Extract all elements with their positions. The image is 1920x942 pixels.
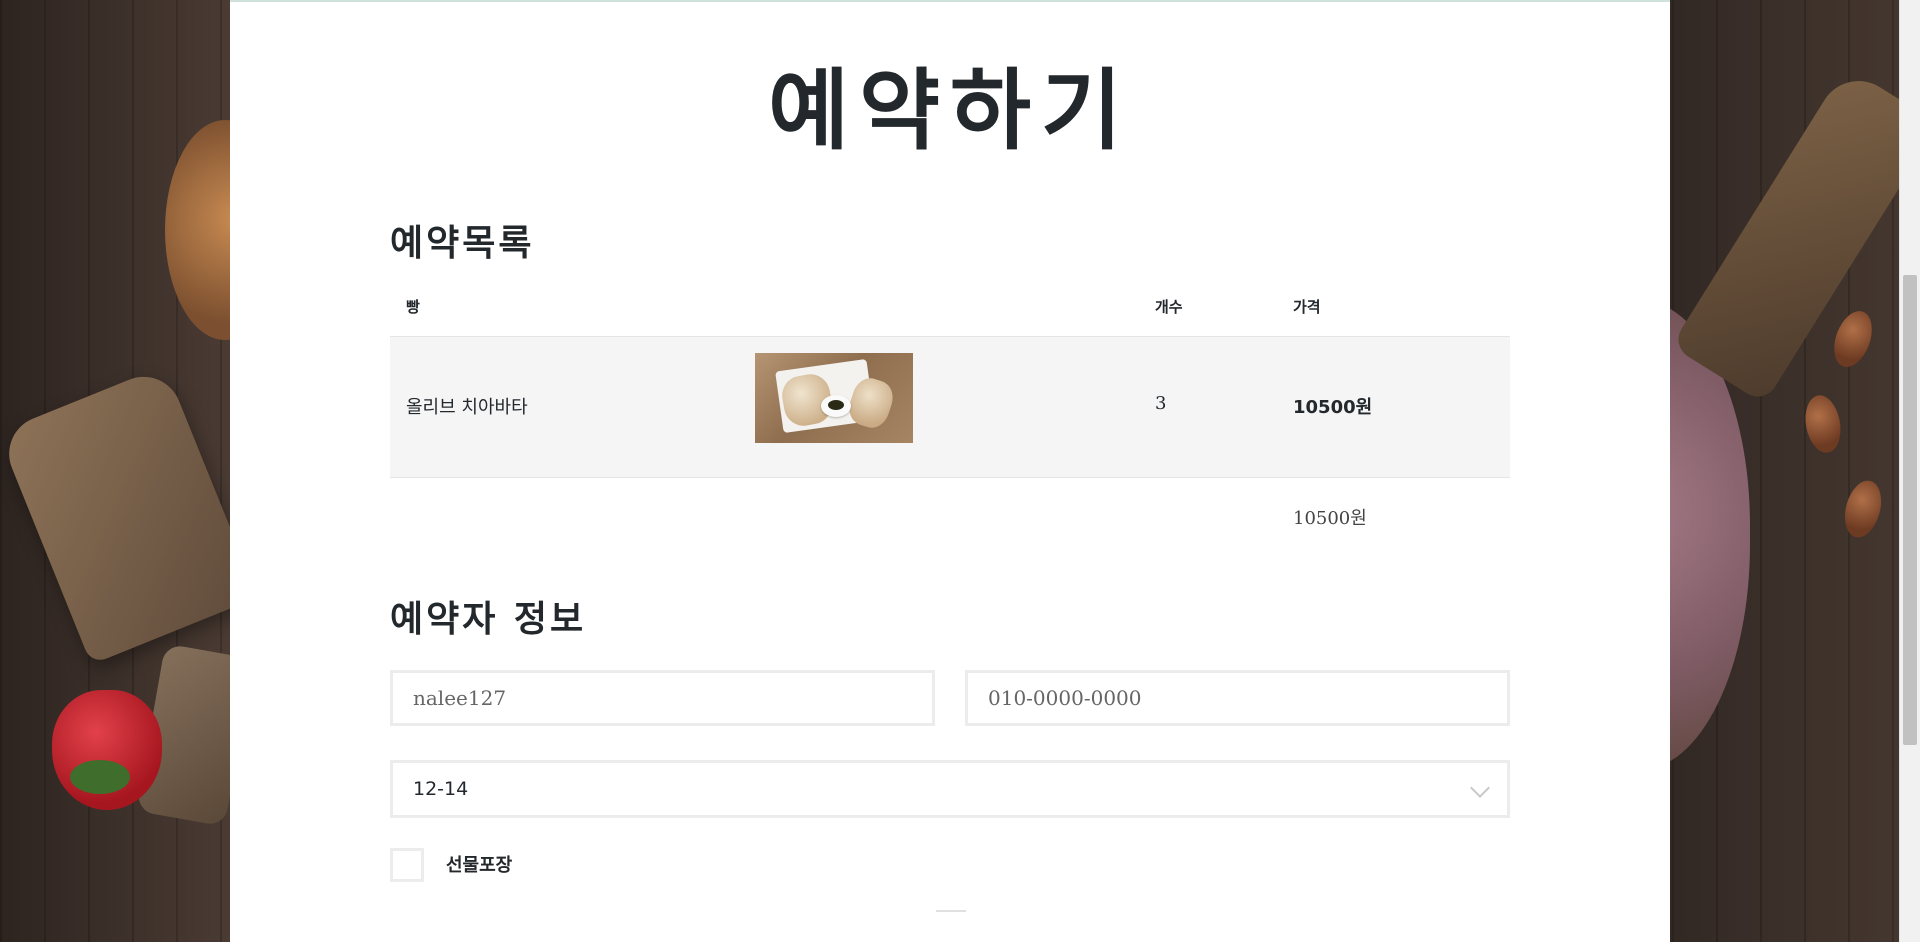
section-divider [936,910,966,912]
background-pecan [1827,305,1879,373]
phone-field[interactable]: 010-0000-0000 [965,670,1510,726]
pickup-time-value: 12-14 [413,778,469,800]
background-paddle [1670,65,1920,405]
column-header-count: 개수 [1155,298,1183,316]
reservation-panel: 예약하기 예약목록 빵 개수 가격 올리브 치아바타 3 10500원 1050… [230,0,1670,942]
background-pecan [1801,392,1845,456]
reservation-list-title: 예약목록 [390,223,535,264]
page-title: 예약하기 [768,59,1132,162]
gift-wrap-checkbox[interactable] [390,848,424,882]
table-row: 올리브 치아바타 3 10500원 [390,337,1510,478]
background-pecan [1839,476,1887,542]
gift-wrap-label[interactable]: 선물포장 [446,851,512,877]
top-border [230,0,1670,2]
scrollbar-thumb[interactable] [1903,275,1917,745]
reservation-table: 빵 개수 가격 올리브 치아바타 3 10500원 10500원 [390,290,1510,550]
chevron-down-icon [1470,778,1490,798]
scrollbar[interactable] [1899,0,1920,942]
column-header-bread: 빵 [406,298,420,316]
item-image [755,353,913,443]
background-leaf [70,760,130,794]
item-name: 올리브 치아바타 [406,397,528,418]
customer-info-title: 예약자 정보 [390,599,587,640]
column-header-price: 가격 [1293,298,1321,316]
pickup-time-select[interactable]: 12-14 [390,760,1510,818]
background-cutting-board [0,365,259,665]
item-count: 3 [1155,393,1167,414]
table-header: 빵 개수 가격 [390,290,1510,337]
user-id-field[interactable]: nalee127 [390,670,935,726]
total-row: 10500원 [390,478,1510,550]
item-price: 10500원 [1293,397,1373,418]
total-price: 10500원 [1293,508,1367,529]
